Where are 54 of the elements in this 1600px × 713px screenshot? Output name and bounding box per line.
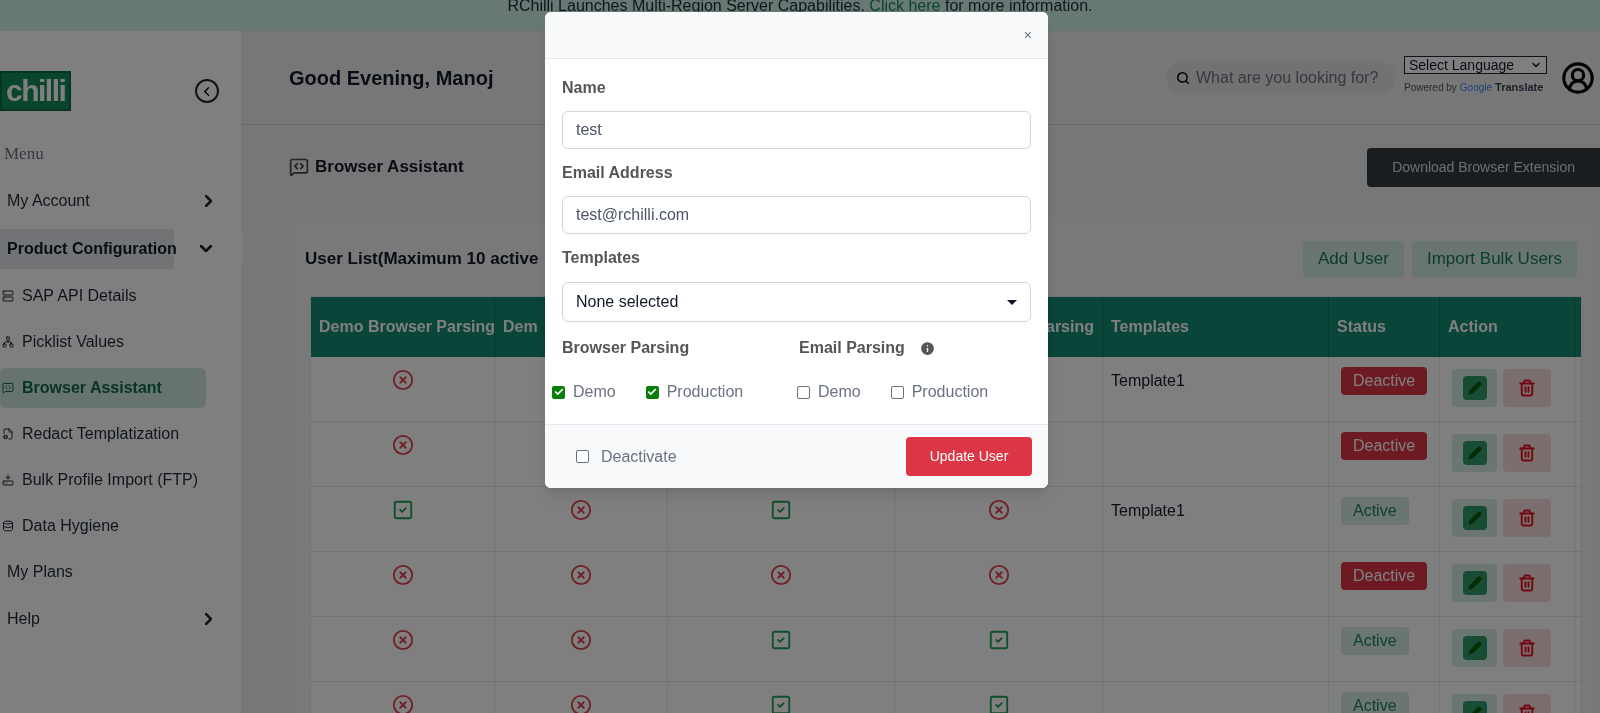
status-badge: Active: [1341, 497, 1409, 525]
download-extension-button[interactable]: Download Browser Extension: [1367, 147, 1600, 187]
google-text: Google: [1459, 80, 1493, 95]
status-badge: Active: [1341, 627, 1409, 655]
powered-by-text: Powered by: [1404, 80, 1457, 95]
column-header: Action: [1448, 317, 1498, 337]
close-button[interactable]: ×: [1023, 24, 1032, 46]
sidebar-item[interactable]: Bulk Profile Import (FTP): [0, 459, 206, 500]
status-badge: Deactive: [1341, 367, 1428, 395]
status-badge: Active: [1341, 692, 1409, 713]
sidebar-group[interactable]: Product Configuration: [0, 228, 242, 269]
sidebar-item[interactable]: SAP API Details: [0, 275, 206, 316]
column-header: Templates: [1111, 317, 1189, 337]
page-title: Browser Assistant: [315, 156, 464, 179]
group-label: Email Parsing: [799, 338, 905, 358]
checkbox-label: Production: [911, 382, 989, 402]
field-label: Email Address: [562, 163, 674, 183]
text-field[interactable]: test: [562, 111, 1031, 149]
column-header: Dem: [503, 317, 538, 337]
checkbox-label: Demo: [818, 382, 861, 402]
sidebar-item[interactable]: My Plans: [0, 551, 241, 592]
sidebar-item[interactable]: Browser Assistant: [0, 367, 206, 408]
checkbox-label: Deactivate: [601, 446, 677, 467]
search-field[interactable]: What are you looking for?: [1166, 60, 1396, 95]
card-title: User List(Maximum 10 active: [305, 248, 539, 271]
table-cell: Template1: [1111, 372, 1185, 389]
sidebar-item[interactable]: Data Hygiene: [0, 505, 206, 546]
card-button[interactable]: Import Bulk Users: [1411, 240, 1577, 278]
sidebar-item[interactable]: Redact Templatization: [0, 413, 206, 454]
greeting: Good Evening, Manoj: [289, 65, 494, 91]
text-field[interactable]: test@rchilli.com: [562, 196, 1031, 234]
status-badge: Deactive: [1341, 432, 1428, 460]
column-header: Status: [1337, 317, 1386, 337]
column-header: arsing: [1046, 317, 1094, 337]
group-label: Browser Parsing: [562, 338, 690, 358]
checkbox-label: Production: [666, 382, 744, 402]
language-select[interactable]: Select Language: [1404, 55, 1547, 74]
logo: chilli: [0, 71, 72, 111]
announcement-text: RChilli Launches Multi-Region Server Capabilities. Click here for more information.: [507, 0, 1093, 14]
menu-label: Menu: [3, 143, 45, 165]
field-label: Templates: [562, 248, 641, 268]
sidebar-group[interactable]: My Account: [0, 180, 242, 221]
card-button[interactable]: Add User: [1303, 240, 1404, 278]
column-header: Demo Browser Parsing: [319, 317, 496, 337]
sidebar-group[interactable]: Help: [0, 598, 242, 639]
translate-text: Translate: [1495, 79, 1544, 95]
table-cell: Template1: [1111, 502, 1185, 519]
click-here-link[interactable]: Click here: [869, 0, 941, 14]
status-badge: Deactive: [1341, 562, 1428, 590]
checkbox-label: Demo: [573, 382, 616, 402]
sidebar-item[interactable]: Picklist Values: [0, 321, 206, 362]
templates-select[interactable]: None selected: [562, 282, 1031, 322]
field-label: Name: [562, 78, 607, 98]
update-user-button[interactable]: Update User: [906, 437, 1032, 476]
